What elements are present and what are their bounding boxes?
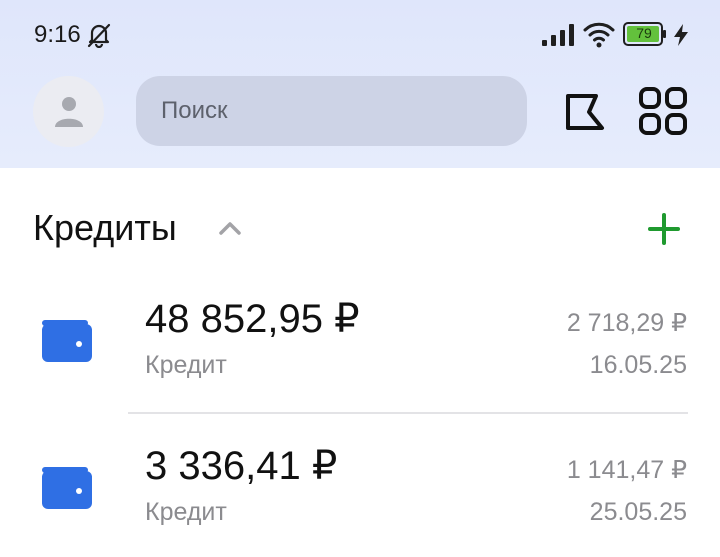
battery-level: 79 <box>636 25 652 41</box>
avatar-button[interactable] <box>33 76 104 147</box>
grid-icon[interactable] <box>638 86 688 136</box>
wallet-icon <box>42 320 92 362</box>
status-time: 9:16 <box>34 21 81 48</box>
add-loan-button[interactable] <box>644 209 684 249</box>
loan-date: 16.05.25 <box>589 351 687 379</box>
loan-amount: 48 852,95 ₽ <box>145 297 360 341</box>
charging-icon <box>674 24 688 46</box>
loan-payment: 2 718,29 ₽ <box>566 309 687 337</box>
loan-row[interactable]: 48 852,95 ₽ Кредит 2 718,29 ₽ 16.05.25 <box>0 280 720 410</box>
loan-payment: 1 141,47 ₽ <box>566 456 687 484</box>
avatar-icon <box>55 97 83 127</box>
signal-icon <box>542 24 574 46</box>
loan-date: 25.05.25 <box>589 498 687 526</box>
loan-label: Кредит <box>145 498 227 526</box>
flag-icon[interactable] <box>560 88 608 136</box>
bell-off-icon <box>87 23 111 48</box>
chevron-up-icon[interactable] <box>216 214 244 242</box>
wallet-icon <box>42 467 92 509</box>
wifi-icon <box>583 22 615 48</box>
search-input[interactable] <box>136 76 527 146</box>
loan-amount: 3 336,41 ₽ <box>145 444 338 488</box>
row-divider <box>128 412 688 414</box>
app-screen: 9:16 79 Поиск Кредиты 48 852,95 ₽ Кредит… <box>0 0 720 557</box>
loan-row[interactable]: 3 336,41 ₽ Кредит 1 141,47 ₽ 25.05.25 <box>0 427 720 557</box>
loan-label: Кредит <box>145 351 227 379</box>
section-title[interactable]: Кредиты <box>33 206 177 250</box>
